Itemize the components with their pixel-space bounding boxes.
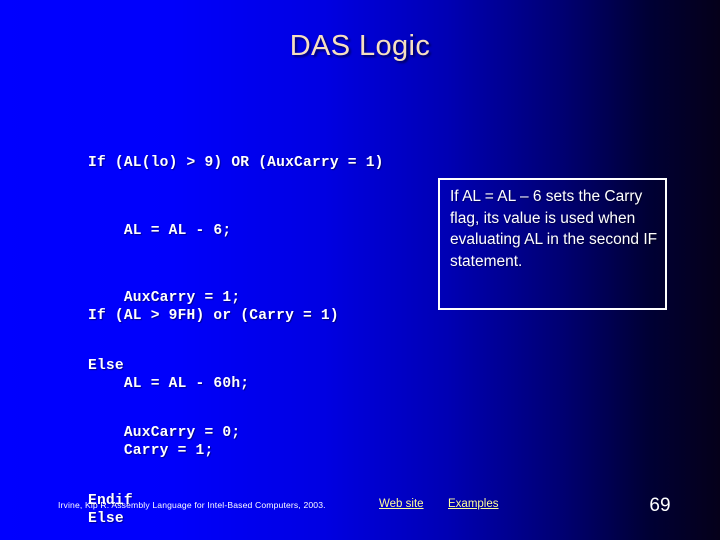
code-block-das-high-nibble: If (AL > 9FH) or (Carry = 1) AL = AL - 6… xyxy=(88,260,339,540)
code-line: If (AL > 9FH) or (Carry = 1) xyxy=(88,308,339,324)
code-line: Carry = 1; xyxy=(88,443,214,459)
page-title: DAS Logic xyxy=(289,30,431,62)
slide-canvas: DAS Logic If (AL(lo) > 9) OR (AuxCarry =… xyxy=(0,0,720,540)
footer-link-examples[interactable]: Examples xyxy=(448,498,499,510)
footer-link-web-site[interactable]: Web site xyxy=(379,498,424,510)
code-line: AL = AL - 60h; xyxy=(88,375,250,392)
code-line: If (AL(lo) > 9) OR (AuxCarry = 1) xyxy=(88,155,384,171)
callout-note-text: If AL = AL – 6 sets the Carry flag, its … xyxy=(450,188,658,270)
footer-citation: Irvine, Kip R. Assembly Language for Int… xyxy=(58,500,326,510)
code-line: AL = AL - 6; xyxy=(88,222,232,239)
code-line: Else xyxy=(88,510,124,527)
page-number: 69 xyxy=(649,495,671,516)
callout-note-box: If AL = AL – 6 sets the Carry flag, its … xyxy=(438,178,667,310)
